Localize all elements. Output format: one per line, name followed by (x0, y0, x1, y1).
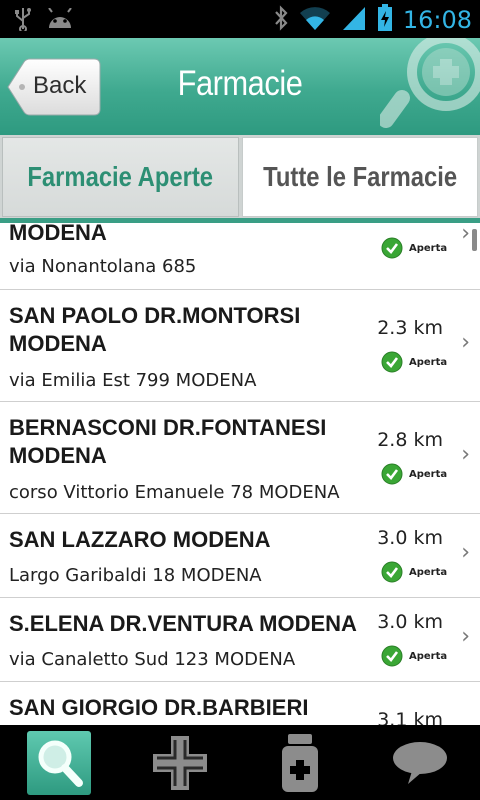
check-icon (381, 645, 403, 667)
pharmacy-distance: 2.3 km (377, 317, 443, 339)
signal-icon (341, 5, 367, 35)
pharmacy-row[interactable]: SAN LAZZARO MODENA Largo Garibaldi 18 MO… (0, 514, 480, 598)
chevron-right-icon: › (461, 330, 470, 355)
pharmacy-distance: 3.0 km (377, 611, 443, 633)
tag-hole-icon (19, 84, 25, 90)
status-label: Aperta (409, 356, 448, 368)
status-badge: Aperta (381, 463, 447, 485)
pharmacy-cross-icon (153, 736, 207, 790)
tab-farmacie-aperte-label: Farmacie Aperte (27, 161, 214, 192)
pharmacy-address: corso Vittorio Emanuele 78 MODENA (9, 482, 340, 503)
pharmacy-row[interactable]: SAN GIORGIO DR.BARBIERI 3.1 km (0, 682, 480, 725)
status-label: Aperta (409, 566, 448, 578)
usb-icon (14, 7, 32, 35)
tab-farmacie-aperte[interactable]: Farmacie Aperte (2, 137, 239, 217)
title-bar: Back Farmacie (0, 38, 480, 135)
pharmacy-distance: 3.0 km (377, 527, 443, 549)
android-icon (46, 7, 74, 34)
status-label: Aperta (409, 650, 448, 662)
pharmacy-name: SAN LAZZARO MODENA (9, 527, 271, 552)
wifi-icon (299, 5, 331, 35)
bottom-nav (0, 725, 480, 800)
tab-tutte-le-farmacie-label: Tutte le Farmacie (262, 161, 457, 192)
status-time: 16:08 (402, 6, 472, 34)
chevron-right-icon: › (461, 624, 470, 649)
pharmacy-row[interactable]: BERNASCONI DR.FONTANESI MODENA corso Vit… (0, 402, 480, 514)
battery-charging-icon (377, 4, 393, 36)
pharmacy-address: via Canaletto Sud 123 MODENA (9, 649, 296, 670)
check-icon (381, 237, 403, 259)
status-label: Aperta (409, 468, 448, 480)
pharmacy-row[interactable]: MODENA via Nonantolana 685 Aperta › (0, 223, 480, 290)
status-bar: 16:08 (0, 0, 480, 38)
status-badge: Aperta (381, 351, 447, 373)
check-icon (381, 463, 403, 485)
check-icon (381, 561, 403, 583)
pharmacy-name: MODENA (9, 223, 107, 245)
pharmacy-row[interactable]: SAN PAOLO DR.MONTORSI MODENA via Emilia … (0, 290, 480, 402)
search-icon (38, 740, 83, 787)
chevron-right-icon: › (461, 442, 470, 467)
nav-medicines[interactable] (268, 731, 332, 795)
magnifier-decoration-icon (378, 38, 480, 135)
bluetooth-icon (273, 5, 289, 35)
pharmacy-row[interactable]: S.ELENA DR.VENTURA MODENA via Canaletto … (0, 598, 480, 682)
nav-pharmacies[interactable] (148, 731, 212, 795)
chevron-right-icon: › (461, 223, 470, 246)
pharmacy-name: S.ELENA DR.VENTURA MODENA (9, 611, 357, 636)
pharmacy-distance: 2.8 km (377, 429, 443, 451)
status-badge: Aperta (381, 237, 447, 259)
chevron-right-icon: › (461, 540, 470, 565)
medicine-bottle-icon (282, 734, 318, 792)
pharmacy-name: SAN PAOLO DR.MONTORSI MODENA (9, 303, 301, 356)
status-badge: Aperta (381, 645, 447, 667)
pharmacy-address: Largo Garibaldi 18 MODENA (9, 565, 262, 586)
pharmacy-address: via Nonantolana 685 (9, 256, 197, 277)
pharmacy-name: BERNASCONI DR.FONTANESI MODENA (9, 415, 327, 468)
tab-tutte-le-farmacie[interactable]: Tutte le Farmacie (242, 137, 478, 217)
status-badge: Aperta (381, 561, 447, 583)
pharmacy-list[interactable]: MODENA via Nonantolana 685 Aperta › SAN … (0, 223, 480, 725)
nav-messages[interactable] (388, 731, 452, 795)
tab-bar: Farmacie Aperte Tutte le Farmacie (0, 135, 480, 223)
status-label: Aperta (409, 242, 448, 254)
check-icon (381, 351, 403, 373)
chat-bubble-icon (393, 742, 447, 784)
nav-search[interactable] (27, 731, 91, 795)
pharmacy-address: via Emilia Est 799 MODENA (9, 370, 257, 391)
pharmacy-distance: 3.1 km (377, 709, 443, 725)
list-scrollbar[interactable] (472, 229, 477, 251)
pharmacy-name: SAN GIORGIO DR.BARBIERI (9, 695, 309, 720)
